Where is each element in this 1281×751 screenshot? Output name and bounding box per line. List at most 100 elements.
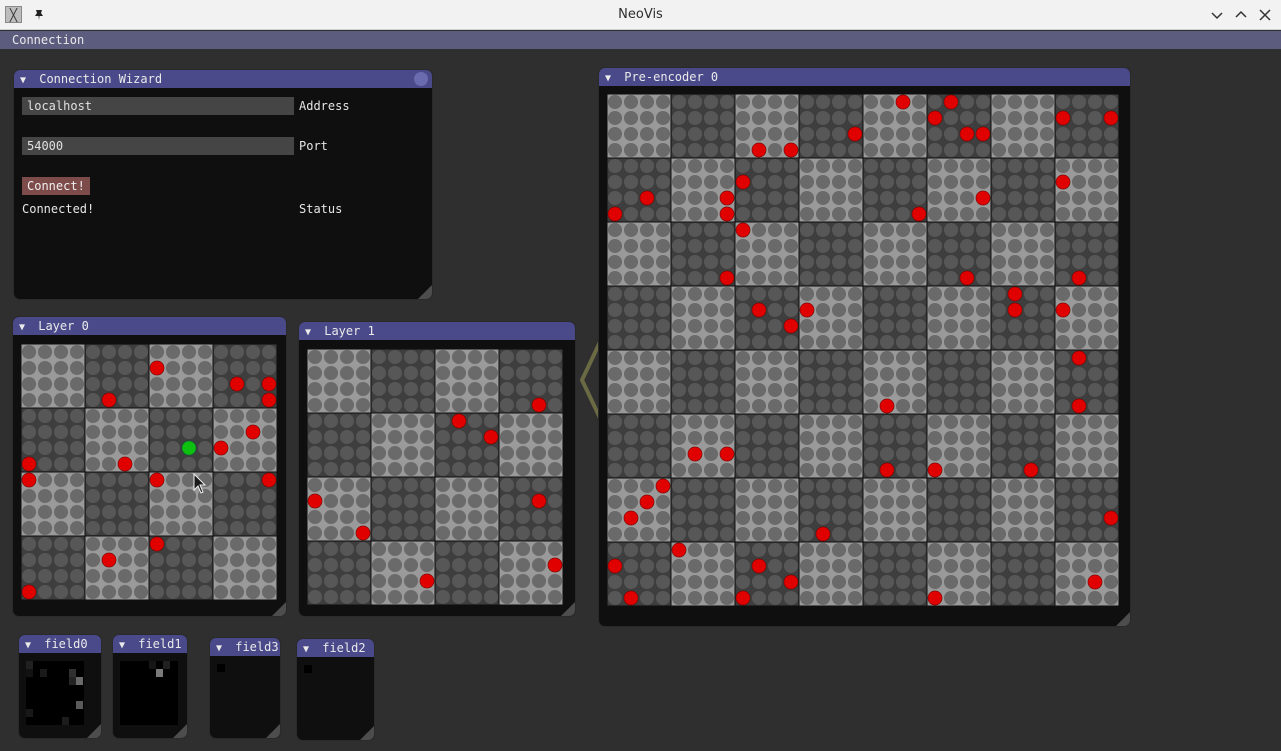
grid-cell (69, 488, 85, 504)
grid-cell (307, 541, 323, 557)
field1-titlebar[interactable]: ▼ field1 (113, 635, 187, 653)
grid-cell (783, 382, 799, 398)
grid-cell (655, 446, 671, 462)
resize-grip[interactable] (1116, 612, 1130, 626)
close-icon[interactable] (1256, 6, 1274, 24)
resize-grip[interactable] (173, 724, 187, 738)
grid-cell (655, 590, 671, 606)
triangle-down-icon[interactable]: ▼ (119, 637, 131, 655)
grid-cell (547, 397, 563, 413)
layer1-titlebar[interactable]: ▼ Layer 1 (299, 322, 575, 340)
grid-cell (1007, 110, 1023, 126)
resize-grip[interactable] (360, 726, 374, 740)
grid-cell (847, 270, 863, 286)
grid-cell (639, 590, 655, 606)
field0-image (26, 661, 84, 725)
grid-cell (639, 110, 655, 126)
grid-cell (1087, 142, 1103, 158)
grid-cell (1007, 558, 1023, 574)
grid-cell (21, 408, 37, 424)
grid-cell (847, 478, 863, 494)
grid-cell (671, 414, 687, 430)
field2-titlebar[interactable]: ▼ field2 (297, 639, 374, 657)
grid-cell (1023, 334, 1039, 350)
grid-cell (1055, 590, 1071, 606)
triangle-down-icon[interactable]: ▼ (20, 72, 32, 90)
grid-cell (959, 398, 975, 414)
grid-cell (623, 286, 639, 302)
grid-cell (671, 302, 687, 318)
field3-titlebar[interactable]: ▼ field3 (210, 638, 280, 656)
grid-cell (895, 334, 911, 350)
grid-cell (435, 573, 451, 589)
layer0-grid[interactable] (21, 344, 277, 600)
grid-cell (1055, 126, 1071, 142)
grid-cell-active (751, 558, 767, 574)
connection-wizard-titlebar[interactable]: ▼ Connection Wizard (14, 70, 432, 88)
pre-encoder-titlebar[interactable]: ▼ Pre-encoder 0 (599, 68, 1130, 86)
pre-encoder-grid[interactable] (607, 94, 1119, 606)
resize-grip[interactable] (272, 602, 286, 616)
field0-title: field0 (44, 637, 88, 651)
layer0-titlebar[interactable]: ▼ Layer 0 (13, 317, 286, 335)
grid-cell (117, 360, 133, 376)
grid-cell (85, 504, 101, 520)
grid-cell (607, 366, 623, 382)
grid-cell (213, 392, 229, 408)
grid-cell (895, 286, 911, 302)
chevron-up-icon[interactable] (1232, 6, 1250, 24)
resize-grip[interactable] (87, 724, 101, 738)
grid-cell (943, 206, 959, 222)
grid-cell (943, 254, 959, 270)
menu-connection[interactable]: Connection (12, 33, 84, 47)
resize-grip[interactable] (418, 285, 432, 299)
triangle-down-icon[interactable]: ▼ (216, 640, 228, 658)
grid-cell (991, 206, 1007, 222)
grid-cell (767, 270, 783, 286)
triangle-down-icon[interactable]: ▼ (305, 324, 317, 342)
grid-cell (117, 344, 133, 360)
grid-cell (37, 568, 53, 584)
grid-cell (229, 392, 245, 408)
triangle-down-icon[interactable]: ▼ (25, 637, 37, 655)
grid-cell (831, 142, 847, 158)
chevron-down-icon[interactable] (1208, 6, 1226, 24)
grid-cell (1023, 254, 1039, 270)
close-window-button[interactable] (414, 72, 428, 86)
grid-cell (307, 589, 323, 605)
field0-titlebar[interactable]: ▼ field0 (19, 635, 101, 653)
port-input[interactable]: 54000 (22, 137, 294, 155)
triangle-down-icon[interactable]: ▼ (605, 70, 617, 88)
grid-cell (165, 360, 181, 376)
grid-cell (751, 446, 767, 462)
grid-cell (1023, 542, 1039, 558)
grid-cell-active (751, 302, 767, 318)
grid-cell-active (879, 398, 895, 414)
grid-cell (687, 126, 703, 142)
grid-cell (53, 424, 69, 440)
address-input[interactable]: localhost (22, 97, 294, 115)
triangle-down-icon[interactable]: ▼ (19, 319, 31, 337)
connect-button[interactable]: Connect! (22, 177, 90, 195)
grid-cell (213, 456, 229, 472)
grid-cell (245, 504, 261, 520)
grid-cell (703, 398, 719, 414)
grid-cell (895, 414, 911, 430)
grid-cell (719, 302, 735, 318)
grid-cell (403, 493, 419, 509)
grid-cell (117, 376, 133, 392)
grid-cell (1071, 494, 1087, 510)
grid-cell (639, 414, 655, 430)
resize-grip[interactable] (561, 602, 575, 616)
layer1-grid[interactable] (307, 349, 563, 605)
resize-grip[interactable] (266, 724, 280, 738)
grid-cell (213, 376, 229, 392)
grid-cell (895, 542, 911, 558)
grid-cell (371, 413, 387, 429)
grid-cell (101, 344, 117, 360)
triangle-down-icon[interactable]: ▼ (303, 641, 315, 659)
grid-cell (149, 392, 165, 408)
grid-cell (927, 254, 943, 270)
grid-cell-active (1055, 174, 1071, 190)
grid-cell (483, 557, 499, 573)
